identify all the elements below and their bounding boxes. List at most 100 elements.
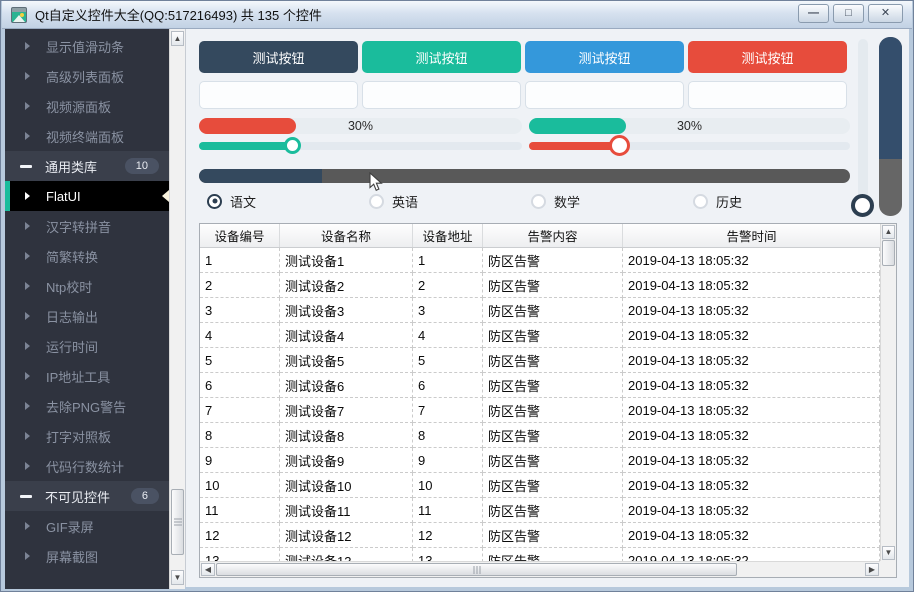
sidebar-item[interactable]: FlatUI — [5, 181, 169, 211]
table-row[interactable]: 11 测试设备11 11 防区告警 2019-04-13 18:05:32 — [200, 498, 880, 523]
table-cell[interactable]: 12 — [413, 523, 483, 548]
table-cell[interactable]: 11 — [413, 498, 483, 523]
radio-checked-icon[interactable] — [207, 193, 222, 209]
table-vertical-scrollbar[interactable]: ▲ ▼ — [880, 224, 896, 561]
table-cell[interactable]: 4 — [200, 323, 280, 348]
test-button-dark[interactable]: 测试按钮 — [199, 41, 358, 73]
radio-unchecked-icon[interactable] — [369, 193, 384, 209]
table-cell[interactable]: 1 — [200, 248, 280, 273]
table-cell[interactable]: 2019-04-13 18:05:32 — [623, 423, 880, 448]
table-cell[interactable]: 防区告警 — [483, 398, 623, 423]
text-input-1[interactable] — [199, 81, 358, 109]
sidebar-group-header[interactable]: 通用类库 10 — [5, 151, 169, 181]
sidebar-item[interactable]: 代码行数统计 — [5, 451, 169, 481]
minimize-button[interactable]: — — [798, 4, 829, 23]
sidebar-item[interactable]: 简繁转换 — [5, 241, 169, 271]
table-row[interactable]: 3 测试设备3 3 防区告警 2019-04-13 18:05:32 — [200, 298, 880, 323]
radio-option[interactable]: 历史 — [693, 191, 742, 211]
sidebar-item[interactable]: GIF录屏 — [5, 511, 169, 541]
scroll-up-icon[interactable]: ▲ — [171, 31, 184, 46]
table-cell[interactable]: 5 — [200, 348, 280, 373]
table-cell[interactable]: 防区告警 — [483, 373, 623, 398]
table-cell[interactable]: 防区告警 — [483, 423, 623, 448]
title-bar[interactable]: Qt自定义控件大全(QQ:517216493) 共 135 个控件 — □ ✕ — [2, 1, 912, 29]
table-cell[interactable]: 13 — [413, 548, 483, 561]
table-cell[interactable]: 测试设备12 — [280, 523, 413, 548]
table-cell[interactable]: 6 — [200, 373, 280, 398]
table-row[interactable]: 2 测试设备2 2 防区告警 2019-04-13 18:05:32 — [200, 273, 880, 298]
table-row[interactable]: 9 测试设备9 9 防区告警 2019-04-13 18:05:32 — [200, 448, 880, 473]
sidebar-item[interactable]: IP地址工具 — [5, 361, 169, 391]
table-cell[interactable]: 防区告警 — [483, 298, 623, 323]
scroll-down-icon[interactable]: ▼ — [171, 570, 184, 585]
vertical-slider-track[interactable] — [858, 39, 868, 215]
table-cell[interactable]: 测试设备10 — [280, 473, 413, 498]
table-horizontal-scrollbar[interactable]: ◀ ▶ — [200, 561, 880, 577]
table-vscroll-thumb[interactable] — [882, 240, 895, 266]
column-header[interactable]: 设备地址 — [413, 224, 483, 247]
sidebar-item[interactable]: 高级列表面板 — [5, 61, 169, 91]
sidebar-item[interactable]: 打字对照板 — [5, 421, 169, 451]
table-row[interactable]: 4 测试设备4 4 防区告警 2019-04-13 18:05:32 — [200, 323, 880, 348]
table-cell[interactable]: 2019-04-13 18:05:32 — [623, 273, 880, 298]
table-cell[interactable]: 5 — [413, 348, 483, 373]
table-cell[interactable]: 10 — [413, 473, 483, 498]
table-cell[interactable]: 2019-04-13 18:05:32 — [623, 373, 880, 398]
table-cell[interactable]: 测试设备2 — [280, 273, 413, 298]
test-button-red[interactable]: 测试按钮 — [688, 41, 847, 73]
slider-red[interactable] — [529, 135, 850, 156]
table-cell[interactable]: 9 — [200, 448, 280, 473]
sidebar-item[interactable]: 显示值滑动条 — [5, 31, 169, 61]
table-cell[interactable]: 9 — [413, 448, 483, 473]
table-cell[interactable]: 防区告警 — [483, 523, 623, 548]
table-cell[interactable]: 2 — [413, 273, 483, 298]
table-cell[interactable]: 3 — [413, 298, 483, 323]
radio-option[interactable]: 语文 — [207, 191, 256, 211]
table-cell[interactable]: 1 — [413, 248, 483, 273]
vertical-slider-handle[interactable] — [851, 194, 874, 217]
scroll-left-icon[interactable]: ◀ — [201, 563, 215, 576]
table-cell[interactable]: 2019-04-13 18:05:32 — [623, 548, 880, 561]
scroll-down-icon[interactable]: ▼ — [882, 546, 895, 560]
table-row[interactable]: 8 测试设备8 8 防区告警 2019-04-13 18:05:32 — [200, 423, 880, 448]
table-cell[interactable]: 10 — [200, 473, 280, 498]
scroll-up-icon[interactable]: ▲ — [882, 225, 895, 239]
table-cell[interactable]: 测试设备5 — [280, 348, 413, 373]
table-cell[interactable]: 防区告警 — [483, 498, 623, 523]
sidebar-item[interactable]: 视频源面板 — [5, 91, 169, 121]
sidebar-item[interactable]: 视频终端面板 — [5, 121, 169, 151]
table-cell[interactable]: 测试设备4 — [280, 323, 413, 348]
close-button[interactable]: ✕ — [868, 4, 903, 23]
table-cell[interactable]: 测试设备8 — [280, 423, 413, 448]
column-header[interactable]: 设备编号 — [200, 224, 280, 247]
table-cell[interactable]: 2019-04-13 18:05:32 — [623, 448, 880, 473]
table-row[interactable]: 12 测试设备12 12 防区告警 2019-04-13 18:05:32 — [200, 523, 880, 548]
table-cell[interactable]: 防区告警 — [483, 473, 623, 498]
table-cell[interactable]: 7 — [200, 398, 280, 423]
table-cell[interactable]: 2019-04-13 18:05:32 — [623, 473, 880, 498]
slider-handle[interactable] — [284, 137, 301, 154]
text-input-3[interactable] — [525, 81, 684, 109]
table-cell[interactable]: 防区告警 — [483, 323, 623, 348]
sidebar-item[interactable]: 屏幕截图 — [5, 541, 169, 571]
column-header[interactable]: 告警内容 — [483, 224, 623, 247]
table-cell[interactable]: 2019-04-13 18:05:32 — [623, 298, 880, 323]
table-cell[interactable]: 2019-04-13 18:05:32 — [623, 523, 880, 548]
sidebar-item[interactable]: 去除PNG警告 — [5, 391, 169, 421]
table-cell[interactable]: 4 — [413, 323, 483, 348]
maximize-button[interactable]: □ — [833, 4, 864, 23]
column-header[interactable]: 设备名称 — [280, 224, 413, 247]
slider-green[interactable] — [199, 137, 522, 154]
table-row[interactable]: 6 测试设备6 6 防区告警 2019-04-13 18:05:32 — [200, 373, 880, 398]
table-cell[interactable]: 8 — [200, 423, 280, 448]
table-cell[interactable]: 测试设备6 — [280, 373, 413, 398]
table-cell[interactable]: 防区告警 — [483, 548, 623, 561]
table-cell[interactable]: 防区告警 — [483, 448, 623, 473]
sidebar-item[interactable]: 日志输出 — [5, 301, 169, 331]
text-input-4[interactable] — [688, 81, 847, 109]
sidebar-item[interactable]: 汉字转拼音 — [5, 211, 169, 241]
table-cell[interactable]: 2019-04-13 18:05:32 — [623, 348, 880, 373]
table-cell[interactable]: 7 — [413, 398, 483, 423]
table-cell[interactable]: 防区告警 — [483, 273, 623, 298]
table-cell[interactable]: 测试设备13 — [280, 548, 413, 561]
